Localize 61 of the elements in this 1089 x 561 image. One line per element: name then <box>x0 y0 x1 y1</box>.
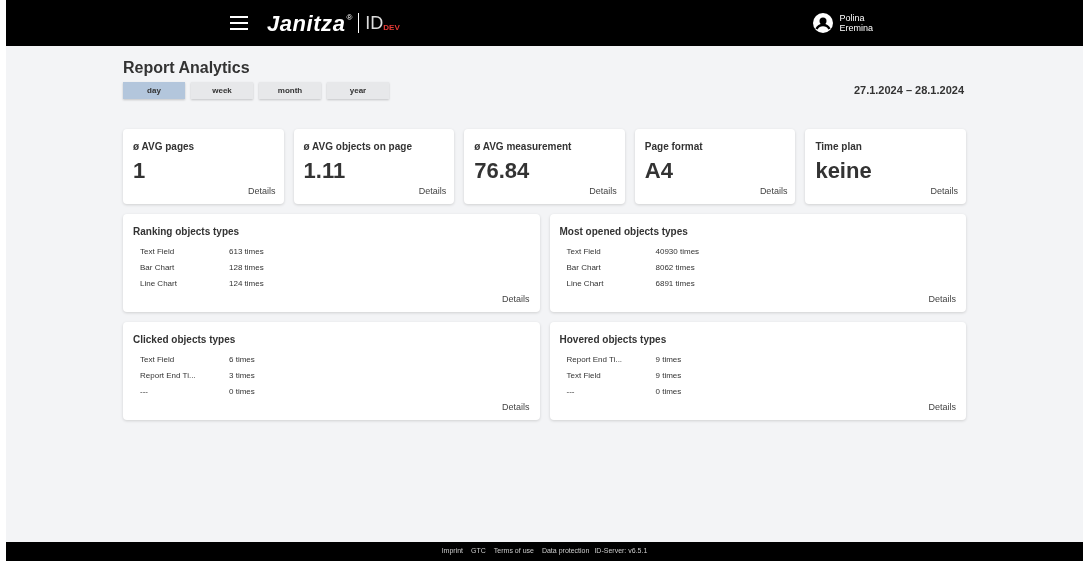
period-tab[interactable]: year <box>327 82 389 99</box>
card-title: Most opened objects types <box>559 225 689 239</box>
period-tab[interactable]: month <box>259 82 321 99</box>
object-count: 9 times <box>655 370 682 383</box>
stat-title: Time plan <box>815 140 863 154</box>
user-first-name: Polina <box>839 13 866 23</box>
object-type: Text Field <box>140 246 176 259</box>
object-type: --- <box>566 386 576 399</box>
stat-value: A4 <box>644 158 674 184</box>
object-type: Line Chart <box>140 278 178 291</box>
object-count: 9 times <box>655 354 682 367</box>
stat-title: ø AVG objects on page <box>303 140 413 154</box>
date-range: 27.1.2024 – 28.1.2024 <box>853 83 964 99</box>
product-name: ID <box>365 11 384 35</box>
brand-logo: Janitza <box>267 9 346 38</box>
stat-title: ø AVG measurement <box>474 140 573 154</box>
details-link[interactable]: Details <box>928 292 956 306</box>
object-count: 3 times <box>229 370 255 383</box>
object-type: Bar Chart <box>140 262 176 275</box>
registered-mark: ® <box>346 12 353 24</box>
object-count: 6 times <box>229 354 255 367</box>
page-title: Report Analytics <box>123 58 251 78</box>
card-title: Clicked objects types <box>133 333 237 347</box>
object-type: Report End Ti... <box>140 370 197 383</box>
object-type: Text Field <box>566 246 602 259</box>
details-link[interactable]: Details <box>589 184 617 198</box>
details-link[interactable]: Details <box>502 292 530 306</box>
object-type: Text Field <box>140 354 176 367</box>
object-count: 0 times <box>229 386 255 399</box>
object-count: 613 times <box>229 246 264 259</box>
details-link[interactable]: Details <box>759 184 788 198</box>
object-count: 40930 times <box>655 246 700 259</box>
card-title: Ranking objects types <box>133 225 241 239</box>
object-type: Bar Chart <box>566 262 602 275</box>
details-link[interactable]: Details <box>502 400 530 414</box>
stat-value: 1 <box>133 158 147 184</box>
object-count: 0 times <box>655 386 682 399</box>
stat-value: keine <box>815 158 873 184</box>
period-tab[interactable]: day <box>123 82 185 99</box>
environment-label: DEV <box>383 23 400 34</box>
stat-value: 76.84 <box>474 158 531 184</box>
user-avatar-icon[interactable] <box>813 13 834 33</box>
object-count: 128 times <box>229 262 264 275</box>
details-link[interactable]: Details <box>930 184 958 198</box>
stat-value: 1.11 <box>303 158 347 184</box>
object-count: 6891 times <box>655 278 695 291</box>
object-type: Line Chart <box>566 278 605 291</box>
details-link[interactable]: Details <box>418 184 447 198</box>
stat-title: ø AVG pages <box>133 140 196 154</box>
menu-icon[interactable] <box>229 15 249 31</box>
object-count: 8062 times <box>655 262 695 275</box>
details-link[interactable]: Details <box>248 184 276 198</box>
object-type: --- <box>140 386 149 399</box>
object-type: Text Field <box>566 370 602 383</box>
object-count: 124 times <box>229 278 264 291</box>
period-tab[interactable]: week <box>191 82 253 99</box>
card-title: Hovered objects types <box>559 333 668 347</box>
stat-title: Page format <box>644 140 704 154</box>
object-type: Report End Ti... <box>566 354 624 367</box>
details-link[interactable]: Details <box>928 400 956 414</box>
user-last-name: Eremina <box>839 23 873 33</box>
